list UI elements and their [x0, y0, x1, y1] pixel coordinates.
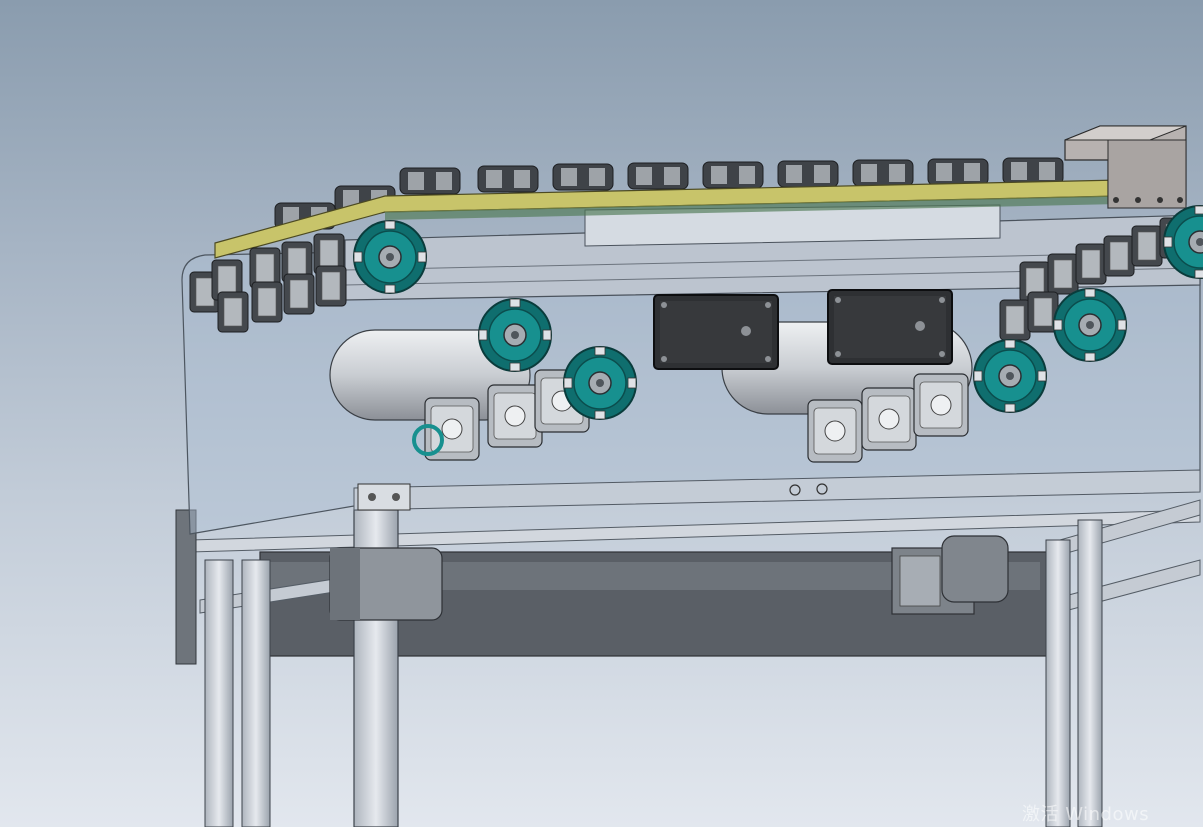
cad-viewport[interactable] — [0, 0, 1203, 827]
corner-bracket — [357, 483, 411, 511]
bracket-bolt-2 — [392, 493, 400, 501]
drive-motor-right[interactable] — [891, 535, 1009, 615]
sprocket-3[interactable] — [563, 346, 637, 420]
motor-block-left[interactable] — [653, 294, 779, 370]
leg-back-right — [1077, 519, 1103, 827]
bracket-bolt-1 — [368, 493, 376, 501]
leg-back-left-2 — [241, 559, 271, 827]
leg-front-right — [1045, 539, 1071, 827]
sprocket-4[interactable] — [973, 339, 1047, 413]
motor-block-right[interactable] — [827, 289, 953, 365]
sprocket-5[interactable] — [1053, 288, 1127, 362]
sprocket-2[interactable] — [478, 298, 552, 372]
support-frame[interactable] — [175, 499, 1201, 827]
right-brace-lower — [1049, 559, 1201, 616]
leg-back-left — [204, 559, 234, 827]
drive-motor-left[interactable] — [329, 547, 443, 621]
sprocket-1[interactable] — [353, 220, 427, 294]
conveyor-assembly-model[interactable] — [0, 0, 1203, 827]
